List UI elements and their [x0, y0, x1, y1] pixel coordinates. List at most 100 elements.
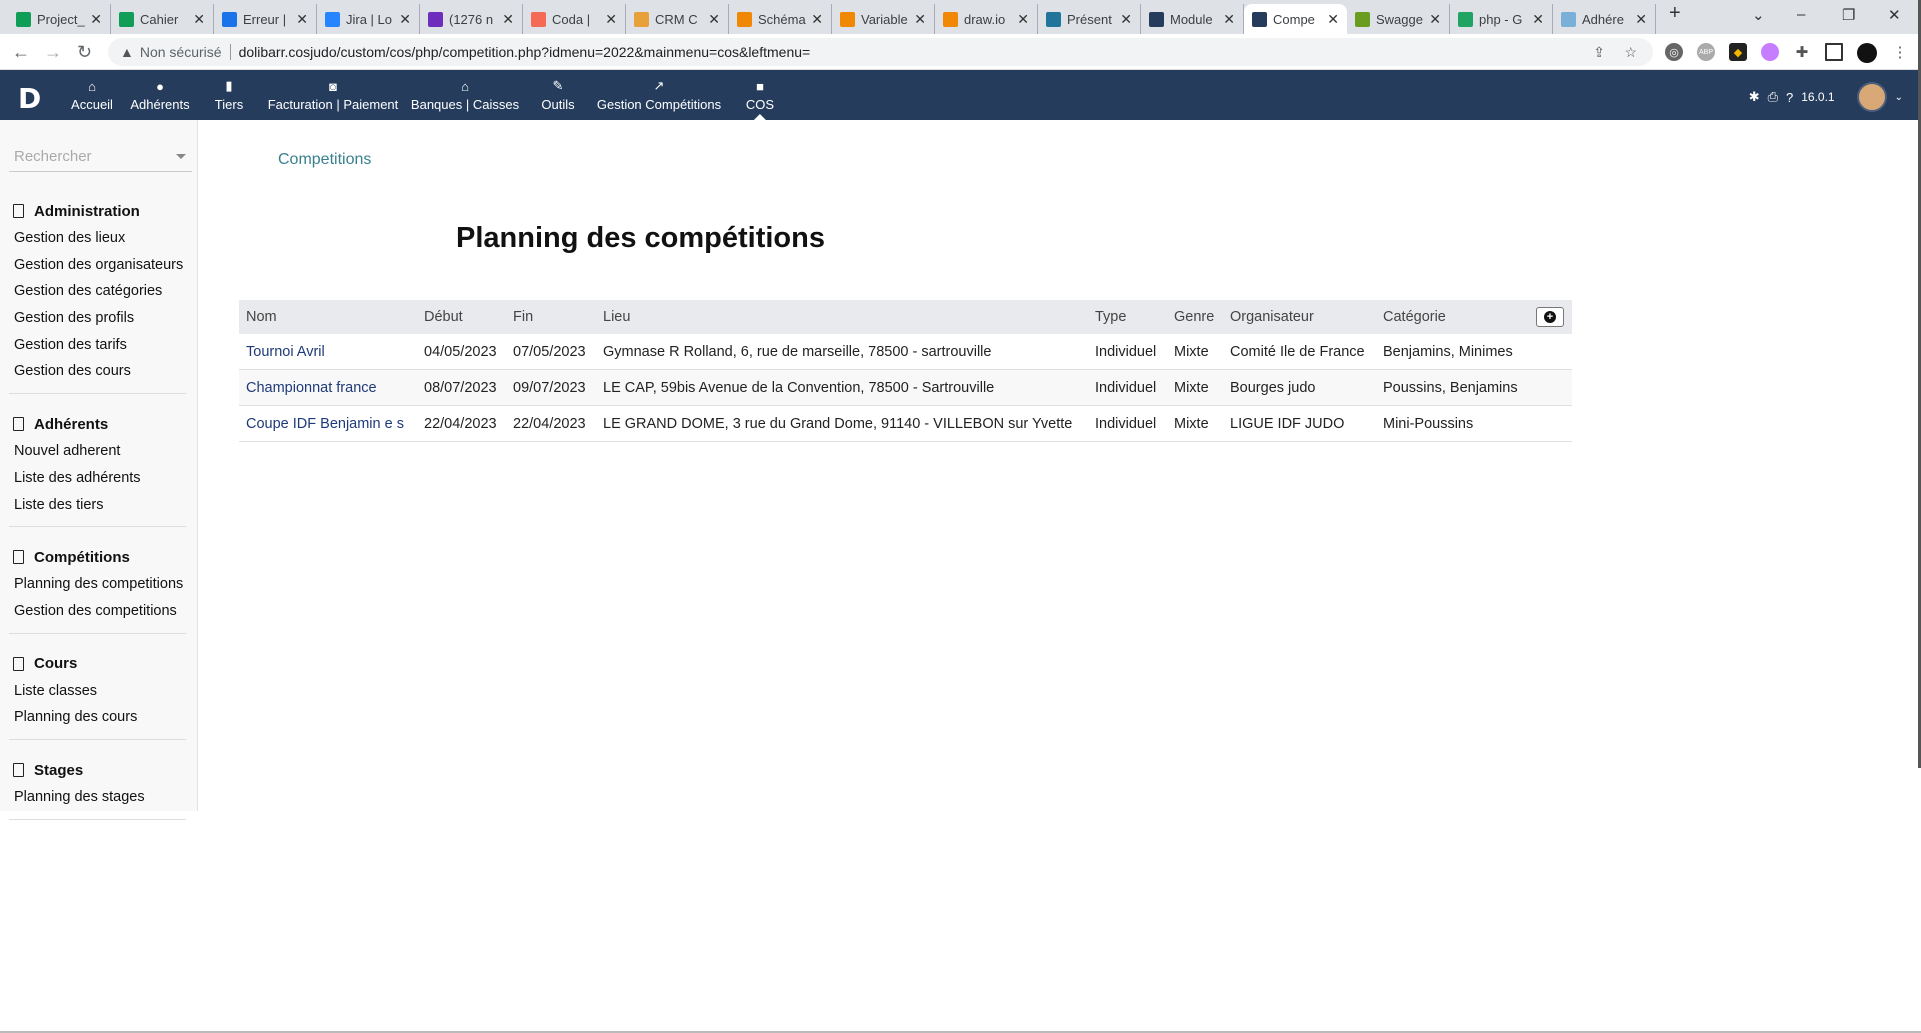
column-header[interactable]: Début — [424, 300, 463, 334]
menu-adh-rents[interactable]: ● Adhérents — [130, 70, 189, 120]
browser-tab[interactable]: php - G ✕ — [1450, 4, 1553, 34]
sidebar-item[interactable]: Nouvel adherent — [9, 438, 186, 465]
menu-accueil[interactable]: ⌂ Accueil — [71, 70, 113, 120]
breadcrumb[interactable]: Competitions — [278, 151, 371, 169]
extension-icon[interactable] — [1761, 43, 1779, 61]
search-input[interactable]: Rechercher — [9, 148, 192, 172]
browser-tab[interactable]: Erreur | ✕ — [214, 4, 317, 34]
column-header[interactable]: Genre — [1174, 300, 1214, 334]
browser-tab[interactable]: Coda | ✕ — [523, 4, 626, 34]
close-tab-icon[interactable]: ✕ — [811, 11, 823, 28]
sidebar-item[interactable]: Gestion des catégories — [9, 278, 186, 305]
close-tab-icon[interactable]: ✕ — [1017, 11, 1029, 28]
close-tab-icon[interactable]: ✕ — [1429, 11, 1441, 28]
menu-tiers[interactable]: ▮ Tiers — [215, 70, 243, 120]
close-tab-icon[interactable]: ✕ — [502, 11, 514, 28]
menu-outils[interactable]: ✎ Outils — [541, 70, 574, 120]
new-tab-button[interactable]: + — [1669, 2, 1681, 25]
minimize-button[interactable]: – — [1797, 6, 1805, 23]
competition-link[interactable]: Championnat france — [246, 370, 377, 405]
help-icon[interactable]: ? — [1786, 90, 1793, 105]
browser-tab[interactable]: Module ✕ — [1141, 4, 1244, 34]
browser-tab[interactable]: Schéma ✕ — [729, 4, 832, 34]
column-header[interactable]: Organisateur — [1230, 300, 1314, 334]
menu-gestion-comp-titions[interactable]: ↗ Gestion Compétitions — [597, 70, 721, 120]
sidebar-item[interactable]: Gestion des lieux — [9, 225, 186, 252]
sidebar-item[interactable]: Gestion des cours — [9, 358, 186, 385]
extension-icon[interactable]: ◆ — [1729, 43, 1747, 61]
url-input[interactable]: ▲ Non sécurisé dolibarr.cosjudo/custom/c… — [108, 38, 1653, 66]
chevron-down-icon[interactable]: ⌄ — [1895, 92, 1903, 103]
sidebar-item[interactable]: Planning des stages — [9, 784, 186, 811]
profile-icon[interactable] — [1857, 43, 1877, 63]
puzzle-icon[interactable]: ✚ — [1793, 43, 1811, 61]
bug-icon[interactable]: ✱ — [1749, 89, 1760, 105]
competition-link[interactable]: Tournoi Avril — [246, 334, 325, 369]
close-tab-icon[interactable]: ✕ — [90, 11, 102, 28]
side-panel-icon[interactable] — [1825, 43, 1843, 61]
column-header[interactable]: Nom — [246, 300, 277, 334]
sidebar-group-title[interactable]: Administration — [9, 197, 186, 225]
close-tab-icon[interactable]: ✕ — [605, 11, 617, 28]
close-tab-icon[interactable]: ✕ — [399, 11, 411, 28]
close-window-button[interactable]: ✕ — [1888, 6, 1901, 24]
tab-search-icon[interactable]: ⌄ — [1752, 6, 1765, 24]
sidebar-item[interactable]: Liste des tiers — [9, 492, 186, 519]
browser-tab[interactable]: draw.io ✕ — [935, 4, 1038, 34]
sidebar-group-title[interactable]: Stages — [9, 756, 186, 784]
menu-icon[interactable]: ⋮ — [1891, 43, 1909, 61]
column-header[interactable]: Catégorie — [1383, 300, 1446, 334]
close-tab-icon[interactable]: ✕ — [1120, 11, 1132, 28]
column-header[interactable]: Lieu — [603, 300, 630, 334]
browser-tab[interactable]: Jira | Lo ✕ — [317, 4, 420, 34]
menu-banques-caisses[interactable]: ⌂ Banques | Caisses — [411, 70, 519, 120]
browser-tab[interactable]: Swagge ✕ — [1347, 4, 1450, 34]
close-tab-icon[interactable]: ✕ — [1327, 11, 1339, 28]
browser-tab[interactable]: Project_ ✕ — [8, 4, 111, 34]
browser-tab[interactable]: Présent ✕ — [1038, 4, 1141, 34]
restore-button[interactable]: ❐ — [1842, 6, 1855, 24]
close-tab-icon[interactable]: ✕ — [708, 11, 720, 28]
sidebar-group-title[interactable]: Adhérents — [9, 410, 186, 438]
menu-cos[interactable]: ■ COS — [746, 70, 774, 120]
back-icon[interactable]: ← — [12, 42, 30, 63]
close-tab-icon[interactable]: ✕ — [1532, 11, 1544, 28]
column-header[interactable]: Fin — [513, 300, 533, 334]
close-tab-icon[interactable]: ✕ — [296, 11, 308, 28]
sidebar-group-title[interactable]: Cours — [9, 650, 186, 678]
browser-tab[interactable]: Compe ✕ — [1244, 4, 1347, 34]
add-competition-button[interactable]: + — [1536, 307, 1564, 327]
print-icon[interactable]: ⎙ — [1768, 89, 1778, 105]
sidebar-item[interactable]: Planning des competitions — [9, 571, 186, 598]
caret-down-icon[interactable] — [176, 154, 186, 164]
close-tab-icon[interactable]: ✕ — [193, 11, 205, 28]
competition-link[interactable]: Coupe IDF Benjamin e s — [246, 406, 404, 441]
browser-tab[interactable]: Variable ✕ — [832, 4, 935, 34]
sidebar-item[interactable]: Gestion des competitions — [9, 598, 186, 625]
browser-tab[interactable]: Adhére ✕ — [1553, 4, 1656, 34]
column-header[interactable]: Type — [1095, 300, 1126, 334]
sidebar-group-title[interactable]: Compétitions — [9, 543, 186, 571]
dolibarr-logo[interactable]: D — [18, 82, 41, 115]
sidebar-item[interactable]: Gestion des profils — [9, 305, 186, 332]
bookmark-star-icon[interactable]: ☆ — [1624, 44, 1637, 61]
sidebar-item[interactable]: Gestion des tarifs — [9, 332, 186, 359]
browser-tab[interactable]: (1276 n ✕ — [420, 4, 523, 34]
close-tab-icon[interactable]: ✕ — [1635, 11, 1647, 28]
adblock-icon[interactable]: ABP — [1697, 43, 1715, 61]
security-label[interactable]: Non sécurisé — [140, 44, 231, 60]
forward-icon[interactable]: → — [44, 42, 62, 63]
share-icon[interactable]: ⇪ — [1593, 44, 1605, 61]
extension-icon[interactable]: ◎ — [1665, 43, 1683, 61]
avatar[interactable] — [1856, 82, 1887, 112]
sidebar-item[interactable]: Gestion des organisateurs — [9, 252, 186, 279]
sidebar-item[interactable]: Planning des cours — [9, 704, 186, 731]
reload-icon[interactable]: ↻ — [77, 42, 92, 63]
browser-tab[interactable]: Cahier ✕ — [111, 4, 214, 34]
browser-tab[interactable]: CRM C ✕ — [626, 4, 729, 34]
close-tab-icon[interactable]: ✕ — [914, 11, 926, 28]
sidebar-item[interactable]: Liste des adhérents — [9, 465, 186, 492]
close-tab-icon[interactable]: ✕ — [1223, 11, 1235, 28]
sidebar-item[interactable]: Liste classes — [9, 678, 186, 705]
menu-facturation-paiement[interactable]: ◙ Facturation | Paiement — [268, 70, 399, 120]
